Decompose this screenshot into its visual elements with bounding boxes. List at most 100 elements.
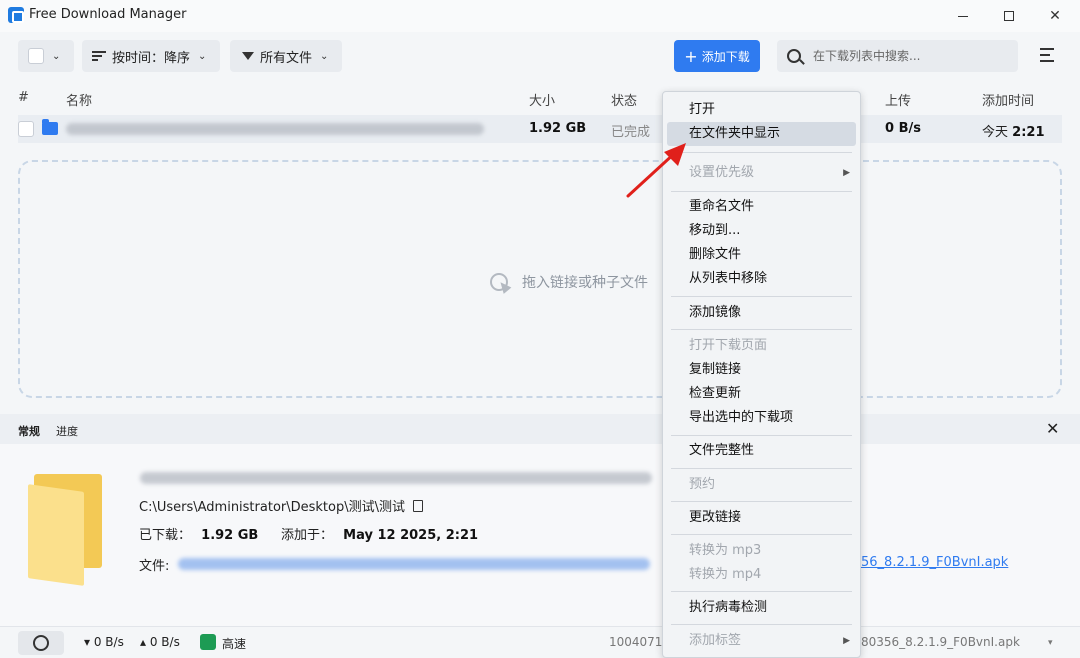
menu-item-convert-mp3[interactable]: 转换为 mp3 <box>667 539 856 563</box>
search-icon <box>787 49 801 63</box>
menu-item-export-selected[interactable]: 导出选中的下载项 <box>667 406 856 430</box>
folder-icon <box>28 474 102 586</box>
menu-separator <box>671 296 852 297</box>
menu-item-set-priority[interactable]: 设置优先级 ▶ <box>667 161 856 185</box>
tab-general[interactable]: 常规 <box>18 423 40 439</box>
filter-icon <box>242 52 254 60</box>
download-speed: ▾ 0 B/s <box>84 635 124 649</box>
menu-item-delete[interactable]: 删除文件 <box>667 243 856 267</box>
downloaded-value: 1.92 GB <box>201 528 259 543</box>
maximize-button[interactable] <box>986 0 1032 32</box>
column-size[interactable]: 大小 <box>529 90 555 109</box>
row-checkbox[interactable] <box>18 121 34 137</box>
context-menu: 打开 在文件夹中显示 设置优先级 ▶ 重命名文件 移动到... 删除文件 从列表… <box>662 91 861 658</box>
column-status[interactable]: 状态 <box>611 90 637 109</box>
file-link[interactable]: 56_8.2.1.9_F0BvnI.apk <box>861 555 1008 570</box>
menu-item-copy-link[interactable]: 复制链接 <box>667 358 856 382</box>
row-added: 今天 2:21 <box>982 121 1045 140</box>
menu-item-add-mirror[interactable]: 添加镜像 <box>667 301 856 325</box>
speed-mode-button[interactable] <box>18 631 64 655</box>
sort-label: 按时间：降序 <box>112 50 191 66</box>
status-bar: ▾ 0 B/s ▴ 0 B/s 高速 1004071 80356_8.2.1.9… <box>0 626 1080 658</box>
speed-mode-label[interactable]: 高速 <box>222 635 246 652</box>
download-row[interactable]: 1.92 GB 已完成 0 B/s 今天 2:21 <box>18 115 1062 143</box>
menu-item-convert-mp4[interactable]: 转换为 mp4 <box>667 563 856 587</box>
menu-item-show-in-folder[interactable]: 在文件夹中显示 <box>667 122 856 146</box>
downloaded-label: 已下载： <box>139 528 192 543</box>
copy-icon[interactable] <box>413 500 423 512</box>
pointer-click-icon <box>490 273 508 291</box>
minimize-button[interactable] <box>940 0 986 32</box>
column-added[interactable]: 添加时间 <box>982 90 1034 109</box>
select-all-checkbox[interactable] <box>28 48 44 64</box>
added-label: 添加于： <box>281 528 334 543</box>
menu-separator <box>671 329 852 330</box>
menu-item-check-update[interactable]: 检查更新 <box>667 382 856 406</box>
menu-separator <box>671 152 852 153</box>
chevron-down-icon: ⌄ <box>52 50 61 62</box>
plus-icon: + <box>684 46 698 66</box>
menu-separator <box>671 191 852 192</box>
menu-item-schedule[interactable]: 预约 <box>667 473 856 497</box>
details-panel: C:\Users\Administrator\Desktop\测试\测试 已下载… <box>0 444 1080 626</box>
window-title: Free Download Manager <box>29 7 187 22</box>
upload-speed: ▴ 0 B/s <box>140 635 180 649</box>
sort-dropdown[interactable]: 按时间：降序 ⌄ <box>82 40 220 72</box>
menu-item-set-priority-label: 设置优先级 <box>689 165 755 180</box>
sort-icon <box>92 51 106 61</box>
menu-item-move-to[interactable]: 移动到... <box>667 219 856 243</box>
search-box[interactable] <box>777 40 1018 72</box>
row-size: 1.92 GB <box>529 121 587 136</box>
menu-item-change-link[interactable]: 更改链接 <box>667 506 856 530</box>
details-tab-bar: 常规 进度 ✕ <box>0 414 1080 444</box>
menu-item-file-integrity[interactable]: 文件完整性 <box>667 439 856 463</box>
menu-item-open-download-page[interactable]: 打开下载页面 <box>667 334 856 358</box>
menu-separator <box>671 435 852 436</box>
tab-progress[interactable]: 进度 <box>56 423 78 439</box>
column-index[interactable]: # <box>18 90 29 105</box>
menu-item-remove-from-list[interactable]: 从列表中移除 <box>667 267 856 291</box>
add-download-button[interactable]: + 添加下载 <box>674 40 760 72</box>
save-path-text: C:\Users\Administrator\Desktop\测试\测试 <box>139 500 405 515</box>
main-menu-button[interactable] <box>1040 46 1060 64</box>
row-upload: 0 B/s <box>885 121 921 136</box>
close-icon: ✕ <box>1049 8 1061 24</box>
column-name[interactable]: 名称 <box>66 90 92 109</box>
snail-icon <box>33 635 49 651</box>
menu-item-add-tag[interactable]: 添加标签 ▶ <box>667 629 856 653</box>
app-window: Free Download Manager ✕ ⌄ 按时间：降序 ⌄ 所有文件 … <box>0 0 1080 658</box>
filter-dropdown[interactable]: 所有文件 ⌄ <box>230 40 342 72</box>
blurred-file-link <box>178 558 650 570</box>
chevron-down-icon[interactable]: ▾ <box>1048 638 1053 648</box>
select-all-dropdown[interactable]: ⌄ <box>18 40 74 72</box>
speed-chart-icon[interactable] <box>200 634 216 650</box>
minimize-icon <box>958 15 968 17</box>
added-info: 添加于： May 12 2025, 2:21 <box>281 524 478 543</box>
menu-separator <box>671 624 852 625</box>
blurred-filename <box>140 472 652 484</box>
close-details-icon[interactable]: ✕ <box>1046 419 1059 438</box>
menu-separator <box>671 534 852 535</box>
annotation-arrow-icon <box>626 143 686 198</box>
menu-separator <box>671 591 852 592</box>
menu-separator <box>671 468 852 469</box>
row-status: 已完成 <box>611 125 651 140</box>
add-download-label: 添加下载 <box>701 49 750 64</box>
menu-item-virus-scan[interactable]: 执行病毒检测 <box>667 596 856 620</box>
drop-hint-text: 拖入链接或种子文件 <box>522 275 648 291</box>
row-added-prefix: 今天 <box>982 125 1009 140</box>
column-upload[interactable]: 上传 <box>885 90 911 109</box>
drop-hint: 拖入链接或种子文件 <box>490 272 648 292</box>
status-id: 1004071 <box>609 635 663 649</box>
menu-item-open[interactable]: 打开 <box>667 98 856 122</box>
submenu-arrow-icon: ▶ <box>843 168 850 178</box>
status-file: 80356_8.2.1.9_F0BvnI.apk <box>861 635 1020 649</box>
drop-zone[interactable]: 拖入链接或种子文件 <box>18 160 1062 398</box>
chevron-down-icon: ⌄ <box>320 50 329 62</box>
menu-item-rename[interactable]: 重命名文件 <box>667 195 856 219</box>
filter-label: 所有文件 <box>260 50 313 66</box>
added-value: May 12 2025, 2:21 <box>343 528 479 543</box>
menu-item-add-tag-label: 添加标签 <box>689 633 742 648</box>
close-window-button[interactable]: ✕ <box>1032 0 1078 32</box>
search-input[interactable] <box>813 49 1003 63</box>
